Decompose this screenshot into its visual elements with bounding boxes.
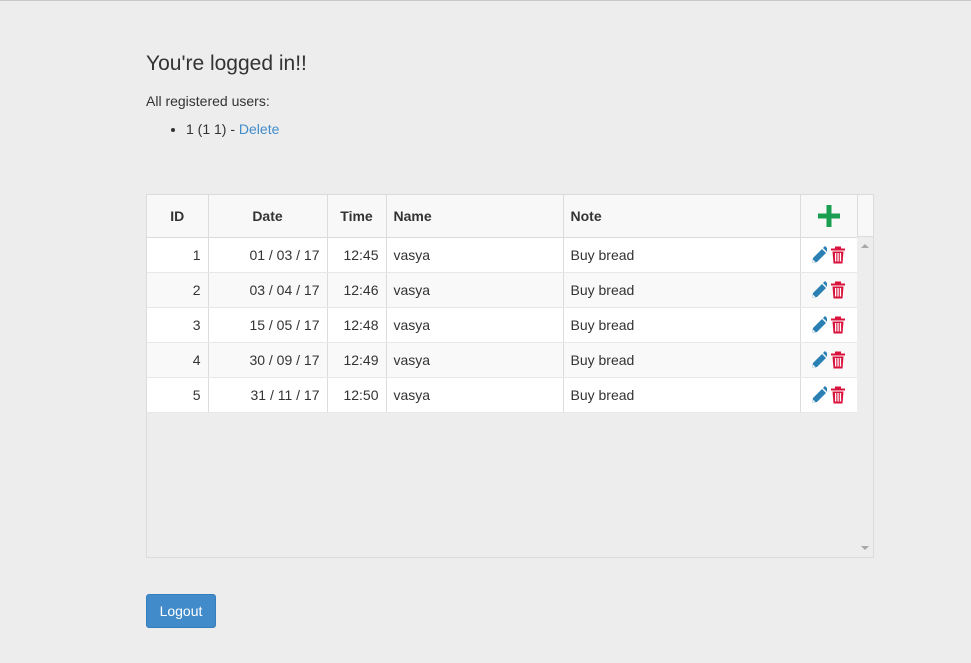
cell-time: 12:50 — [327, 377, 387, 413]
vertical-scrollbar[interactable] — [857, 237, 873, 557]
cell-time: 12:46 — [327, 272, 387, 308]
trash-icon — [831, 281, 846, 299]
pencil-icon — [811, 315, 827, 333]
edit-row-button[interactable] — [811, 315, 827, 334]
cell-actions — [799, 237, 858, 273]
cell-name: vasya — [386, 377, 564, 413]
cell-id: 5 — [147, 377, 209, 413]
user-list-item: 1 (1 1) - Delete — [186, 121, 279, 137]
top-border — [0, 0, 971, 1]
table-row[interactable]: 1 01 / 03 / 17 12:45 vasya Buy bread — [147, 237, 858, 273]
scroll-up-arrow-icon[interactable] — [861, 244, 869, 248]
cell-name: vasya — [386, 307, 564, 343]
table-row[interactable]: 5 31 / 11 / 17 12:50 vasya Buy bread — [147, 377, 858, 413]
delete-row-button[interactable] — [830, 386, 846, 404]
pencil-icon — [811, 350, 827, 368]
cell-actions — [799, 272, 858, 308]
cell-id: 4 — [147, 342, 209, 378]
pencil-icon — [811, 280, 827, 298]
cell-id: 2 — [147, 272, 209, 308]
plus-icon — [818, 204, 841, 227]
cell-date: 15 / 05 / 17 — [208, 307, 328, 343]
column-header-date[interactable]: Date — [208, 195, 328, 238]
pencil-icon — [811, 385, 827, 403]
cell-date: 01 / 03 / 17 — [208, 237, 328, 273]
cell-note: Buy bread — [563, 237, 801, 273]
edit-row-button[interactable] — [811, 280, 827, 299]
trash-icon — [831, 316, 846, 334]
cell-name: vasya — [386, 272, 564, 308]
user-list: 1 (1 1) - Delete — [146, 121, 279, 137]
trash-icon — [831, 351, 846, 369]
notes-table: ID Date Time Name Note 1 01 / 03 / 17 12… — [147, 195, 858, 413]
table-row[interactable]: 3 15 / 05 / 17 12:48 vasya Buy bread — [147, 307, 858, 343]
pencil-icon — [811, 245, 827, 263]
column-header-name[interactable]: Name — [386, 195, 564, 238]
users-subtitle: All registered users: — [146, 93, 270, 109]
table-row[interactable]: 2 03 / 04 / 17 12:46 vasya Buy bread — [147, 272, 858, 308]
delete-row-button[interactable] — [830, 281, 846, 299]
table-row[interactable]: 4 30 / 09 / 17 12:49 vasya Buy bread — [147, 342, 858, 378]
user-list-item-text: 1 (1 1) - — [186, 121, 239, 137]
cell-date: 03 / 04 / 17 — [208, 272, 328, 308]
cell-time: 12:48 — [327, 307, 387, 343]
page-title: You're logged in!! — [146, 52, 307, 75]
column-header-note[interactable]: Note — [563, 195, 801, 238]
cell-date: 31 / 11 / 17 — [208, 377, 328, 413]
cell-time: 12:45 — [327, 237, 387, 273]
table-header-row: ID Date Time Name Note — [147, 195, 858, 238]
cell-date: 30 / 09 / 17 — [208, 342, 328, 378]
cell-time: 12:49 — [327, 342, 387, 378]
cell-actions — [799, 377, 858, 413]
delete-row-button[interactable] — [830, 246, 846, 264]
cell-id: 1 — [147, 237, 209, 273]
cell-name: vasya — [386, 342, 564, 378]
column-header-time[interactable]: Time — [327, 195, 387, 238]
cell-note: Buy bread — [563, 272, 801, 308]
cell-note: Buy bread — [563, 342, 801, 378]
cell-id: 3 — [147, 307, 209, 343]
trash-icon — [831, 246, 846, 264]
cell-note: Buy bread — [563, 307, 801, 343]
header-scroll-corner — [857, 195, 873, 237]
column-header-id[interactable]: ID — [147, 195, 209, 238]
trash-icon — [831, 386, 846, 404]
edit-row-button[interactable] — [811, 385, 827, 404]
cell-note: Buy bread — [563, 377, 801, 413]
delete-user-link[interactable]: Delete — [239, 121, 279, 137]
logout-button[interactable]: Logout — [146, 594, 216, 628]
add-row-button[interactable] — [816, 203, 842, 229]
column-header-actions — [799, 195, 858, 238]
edit-row-button[interactable] — [811, 245, 827, 264]
notes-grid: ID Date Time Name Note 1 01 / 03 / 17 12… — [146, 194, 874, 558]
delete-row-button[interactable] — [830, 316, 846, 334]
delete-row-button[interactable] — [830, 351, 846, 369]
scroll-down-arrow-icon[interactable] — [861, 546, 869, 550]
edit-row-button[interactable] — [811, 350, 827, 369]
cell-name: vasya — [386, 237, 564, 273]
cell-actions — [799, 307, 858, 343]
cell-actions — [799, 342, 858, 378]
